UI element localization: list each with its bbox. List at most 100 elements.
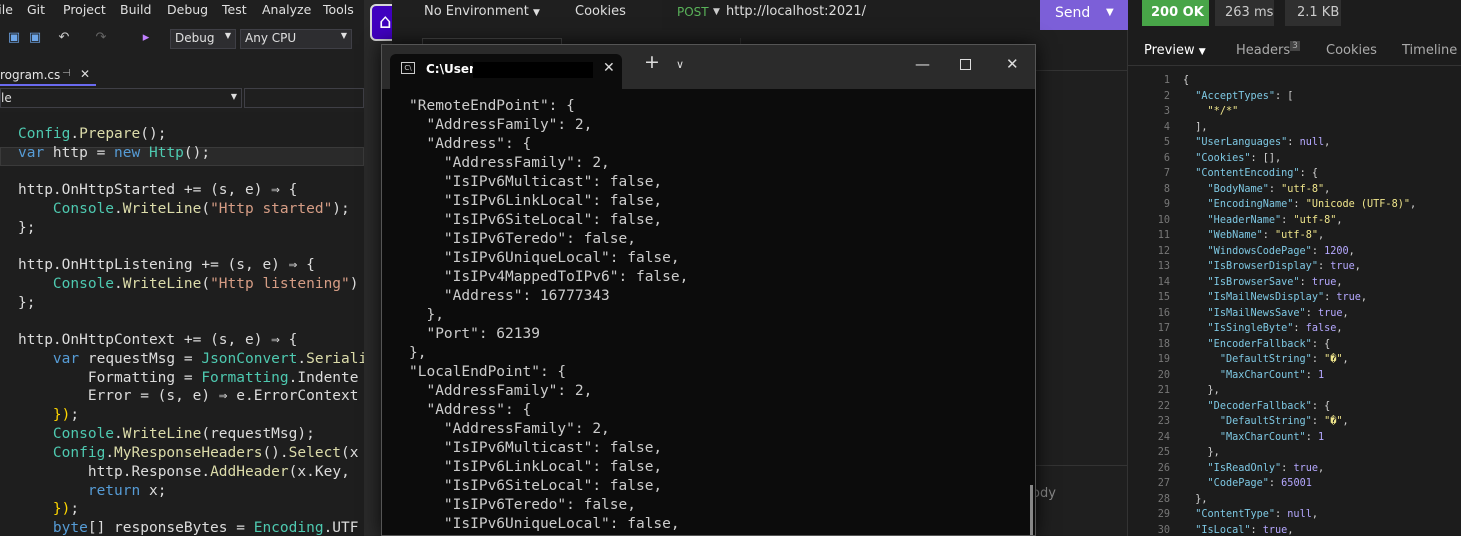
chevron-down-icon: ▼: [340, 31, 347, 40]
code-line: http.OnHttpListening += (s, e) ⇒ {: [18, 257, 315, 273]
response-time-badge: 263 ms: [1215, 0, 1274, 26]
headers-count-badge: 3: [1290, 41, 1300, 51]
json-line: 22 "DecoderFallback": {: [1128, 399, 1461, 415]
terminal-line: "IsIPv6SiteLocal": false,: [409, 478, 663, 494]
terminal-line: "IsIPv6UniqueLocal": false,: [409, 250, 680, 266]
json-line: 1{: [1128, 73, 1461, 89]
json-text: "EncodingName": "Unicode (UTF-8)",: [1207, 199, 1417, 210]
line-number: 8: [1163, 183, 1170, 195]
terminal-line: "Address": 16777343: [409, 288, 610, 304]
line-number: 26: [1157, 462, 1170, 474]
url-input[interactable]: http://localhost:2021/: [726, 4, 866, 19]
terminal-line: "RemoteEndPoint": {: [409, 98, 575, 114]
environment-select[interactable]: No Environment ▼: [424, 4, 540, 19]
terminal-line: "AddressFamily": 2,: [409, 155, 610, 171]
response-time: 263 ms: [1225, 5, 1274, 20]
chevron-down-icon: ▼: [230, 92, 237, 101]
maximize-icon[interactable]: [960, 59, 971, 70]
json-line: 2 "AcceptTypes": [: [1128, 89, 1461, 105]
close-icon[interactable]: ✕: [80, 67, 90, 81]
configuration-value: Debug: [175, 31, 215, 45]
terminal-line: "IsIPv6Teredo": false,: [409, 231, 636, 247]
redo-icon[interactable]: ↷: [93, 30, 109, 46]
menu-tools[interactable]: Tools: [323, 2, 354, 17]
chevron-down-icon[interactable]: ∨: [676, 58, 684, 71]
redacted-block: [473, 62, 593, 78]
method-select[interactable]: POST: [677, 5, 709, 19]
terminal-line: "Port": 62139: [409, 326, 540, 342]
json-text: "HeaderName": "utf-8",: [1207, 214, 1343, 226]
line-number: 11: [1157, 230, 1170, 241]
save-all-icon[interactable]: ▣: [27, 30, 43, 46]
code-line: };: [18, 220, 36, 236]
navigation-bar[interactable]: le ▼: [0, 88, 242, 108]
menu-analyze[interactable]: Analyze: [262, 2, 311, 17]
menu-debug[interactable]: Debug: [167, 2, 208, 17]
send-button[interactable]: Send ▼: [1040, 0, 1128, 30]
json-text: "IsLocal": true,: [1195, 524, 1294, 536]
send-label: Send: [1055, 5, 1091, 21]
close-tab-icon[interactable]: ✕: [603, 60, 615, 76]
editor-tab[interactable]: rogram.cs ⊣ ✕: [0, 66, 96, 86]
terminal-scrollbar[interactable]: [1030, 485, 1033, 535]
menu-file[interactable]: File: [0, 2, 13, 17]
menu-build[interactable]: Build: [120, 2, 151, 17]
member-navigation-bar[interactable]: [244, 88, 364, 108]
code-line: Console.WriteLine(requestMsg);: [52, 426, 315, 442]
menu-project[interactable]: Project: [63, 2, 106, 17]
new-tab-icon[interactable]: +: [644, 51, 660, 73]
terminal-line: "IsIPv6LinkLocal": false,: [409, 459, 663, 475]
terminal-line: },: [409, 345, 427, 361]
minimize-icon[interactable]: —: [915, 55, 930, 73]
code-line: Error = (s, e) ⇒ e.ErrorContext: [18, 388, 359, 404]
configuration-select[interactable]: Debug ▼: [170, 29, 236, 49]
json-text: "IsMailNewsDisplay": true,: [1207, 292, 1368, 303]
platform-value: Any CPU: [245, 31, 297, 45]
json-text: "BodyName": "utf-8",: [1207, 183, 1331, 195]
start-debug-icon[interactable]: ▸: [138, 30, 154, 46]
json-text: {: [1183, 75, 1190, 86]
terminal-tab[interactable]: C\ C:\Users\ ✕: [390, 54, 622, 89]
json-text: "DefaultString": "�",: [1219, 354, 1349, 365]
json-line: 16 "IsMailNewsSave": true,: [1128, 306, 1461, 322]
response-json-viewer[interactable]: 1{2 "AcceptTypes": [3 "*/*" 4 ], 5 "UserLa…: [1128, 72, 1461, 536]
json-text: },: [1183, 493, 1208, 505]
pin-icon[interactable]: ⊣: [62, 68, 71, 79]
tab-timeline[interactable]: Timeline: [1402, 43, 1457, 58]
terminal-line: "IsIPv6Multicast": false,: [409, 440, 663, 456]
json-line: 12 "WindowsCodePage": 1200,: [1128, 244, 1461, 260]
terminal-line: "IsIPv6LinkLocal": false,: [409, 193, 663, 209]
undo-icon[interactable]: ↶: [56, 30, 72, 46]
tab-preview-label: Preview: [1144, 43, 1195, 58]
json-line: 3 "*/*": [1128, 104, 1461, 120]
visual-studio-window: File Git Project Build Debug Test Analyz…: [0, 0, 364, 536]
close-window-icon[interactable]: ✕: [1006, 55, 1019, 73]
line-number: 5: [1163, 137, 1170, 148]
platform-select[interactable]: Any CPU ▼: [240, 29, 352, 49]
cookies-button[interactable]: Cookies: [575, 4, 626, 19]
line-number: 23: [1157, 416, 1170, 427]
code-line: Console.WriteLine("Http started");: [52, 201, 350, 217]
json-text: "IsSingleByte": false,: [1207, 323, 1343, 334]
menu-test[interactable]: Test: [222, 2, 247, 17]
json-line: 24 "MaxCharCount": 1: [1128, 430, 1461, 446]
terminal-line: "IsIPv4MappedToIPv6": false,: [409, 534, 688, 535]
chevron-down-icon[interactable]: ▼: [1106, 7, 1114, 18]
line-number: 2: [1163, 90, 1170, 102]
menu-git[interactable]: Git: [27, 2, 45, 17]
json-line: 27 "CodePage": 65001: [1128, 476, 1461, 492]
code-line: http.OnHttpStarted += (s, e) ⇒ {: [18, 182, 298, 198]
code-editor[interactable]: Config.Prepare(); var http = new Http();…: [0, 112, 364, 536]
save-icon[interactable]: ▣: [6, 30, 22, 46]
tab-cookies[interactable]: Cookies: [1326, 43, 1377, 58]
tab-preview[interactable]: Preview ▼: [1144, 43, 1206, 58]
code-line: var http = new Http();: [18, 145, 211, 161]
json-text: },: [1183, 385, 1220, 396]
terminal-window: C\ C:\Users\ ✕ + ∨ — ✕ "RemoteEndPoint":…: [381, 44, 1036, 536]
tab-headers-label: Headers: [1236, 43, 1291, 58]
line-number: 19: [1157, 354, 1170, 365]
json-line: 6 "Cookies": [],: [1128, 151, 1461, 167]
json-line: 7 "ContentEncoding": {: [1128, 166, 1461, 182]
tab-headers[interactable]: Headers 3: [1236, 41, 1300, 58]
terminal-output[interactable]: "RemoteEndPoint": { "AddressFamily": 2, …: [382, 89, 1035, 535]
